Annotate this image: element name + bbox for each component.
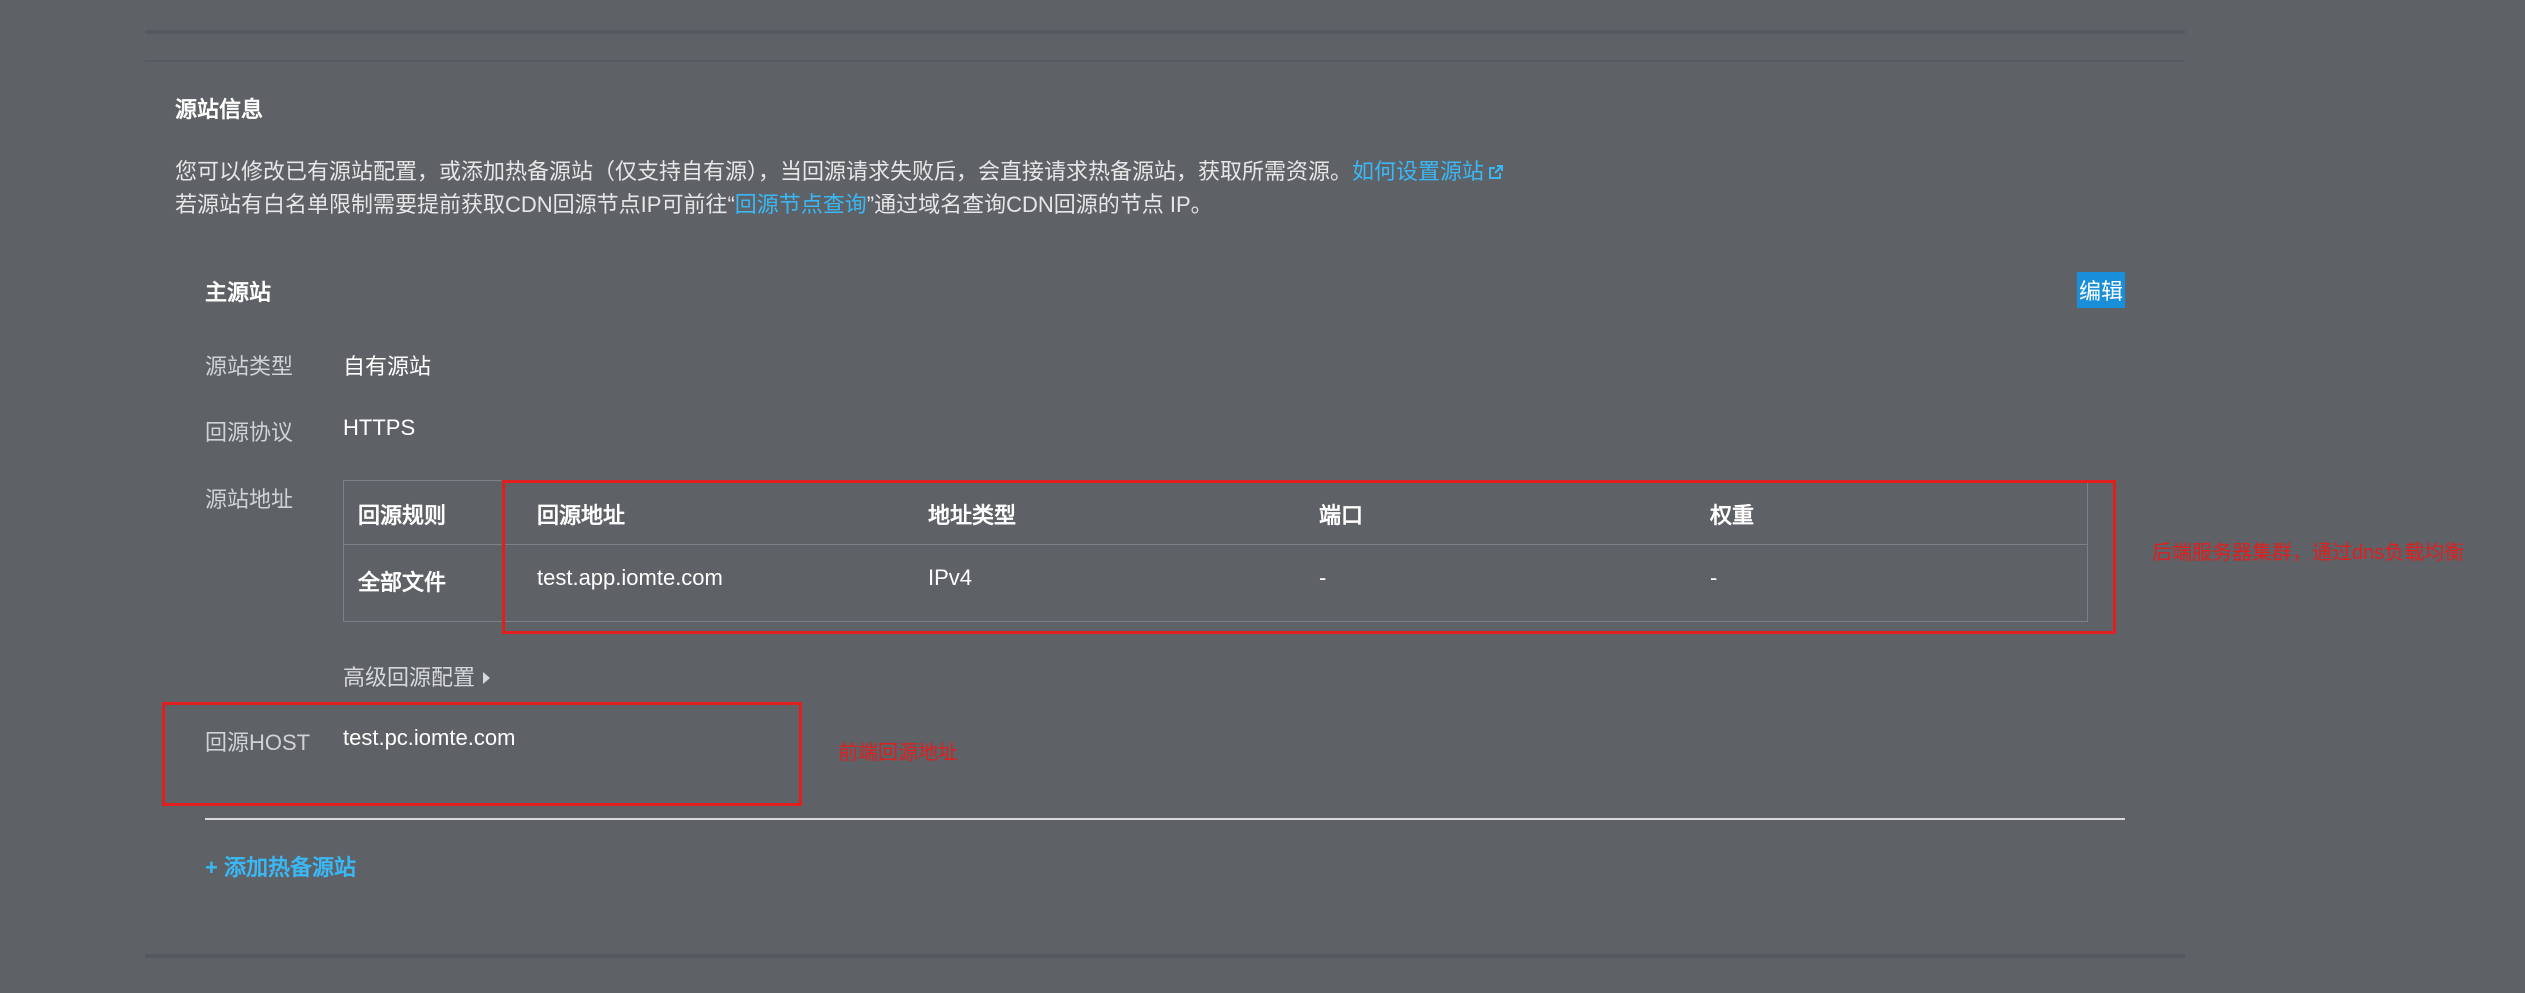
annotation-box-host <box>162 702 802 806</box>
primary-origin-title: 主源站 <box>205 280 272 305</box>
origin-address-label: 源站地址 <box>205 487 294 512</box>
description-text-2-post: ”通过域名查询CDN回源的节点 IP。 <box>866 192 1213 217</box>
edit-button[interactable]: 编辑 <box>2077 272 2126 308</box>
origin-node-query-link[interactable]: 回源节点查询 <box>735 192 867 217</box>
divider <box>205 818 2125 820</box>
annotation-note-cluster: 后端服务器集群，通过dns负载均衡 <box>2152 542 2465 564</box>
cell-rule: 全部文件 <box>358 570 447 595</box>
annotation-note-host: 前端回源地址 <box>838 742 958 764</box>
description-line-1: 您可以修改已有源站配置，或添加热备源站（仅支持自有源），当回源请求失败后，会直接… <box>175 154 1504 186</box>
protocol-label: 回源协议 <box>205 420 294 445</box>
origin-type-label: 源站类型 <box>205 354 294 379</box>
how-to-set-origin-link[interactable]: 如何设置源站 <box>1352 159 1484 184</box>
protocol-value: HTTPS <box>343 415 416 440</box>
annotation-box-table <box>502 480 2116 634</box>
description-text-1: 您可以修改已有源站配置，或添加热备源站（仅支持自有源），当回源请求失败后，会直接… <box>175 159 1353 184</box>
description-line-2: 若源站有白名单限制需要提前获取CDN回源节点IP可前往“回源节点查询”通过域名查… <box>175 187 1213 219</box>
caret-right-icon <box>483 672 491 684</box>
description-text-2-pre: 若源站有白名单限制需要提前获取CDN回源节点IP可前往“ <box>175 192 735 217</box>
advanced-origin-config-label: 高级回源配置 <box>343 665 476 690</box>
origin-type-value: 自有源站 <box>343 354 432 379</box>
previous-card <box>145 0 2185 34</box>
section-title: 源站信息 <box>175 97 264 122</box>
external-link-icon[interactable] <box>1488 164 1504 180</box>
advanced-origin-config-toggle[interactable]: 高级回源配置 <box>343 660 491 692</box>
add-hot-backup-origin-button[interactable]: + 添加热备源站 <box>205 850 356 882</box>
column-header-rule: 回源规则 <box>358 503 447 528</box>
